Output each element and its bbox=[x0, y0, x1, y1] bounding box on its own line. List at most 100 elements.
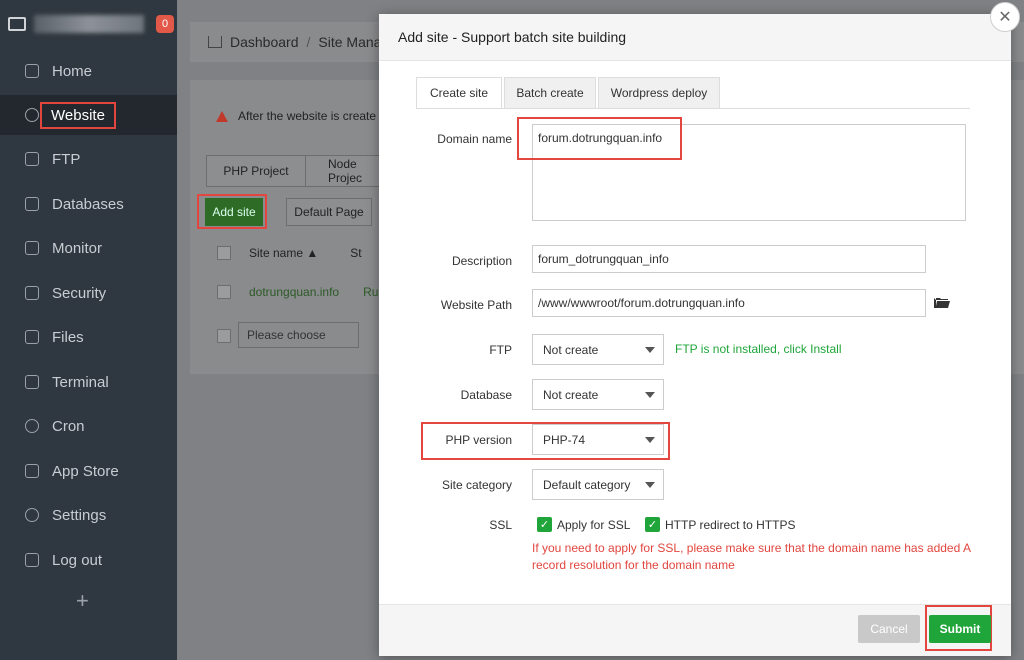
php-version-label: PHP version bbox=[445, 433, 512, 447]
sidebar-item-settings[interactable]: Settings bbox=[0, 495, 177, 535]
add-icon[interactable]: + bbox=[76, 588, 89, 614]
folder-icon bbox=[25, 330, 39, 344]
ftp-select-value: Not create bbox=[543, 342, 599, 357]
ftp-label: FTP bbox=[489, 343, 512, 357]
php-version-select[interactable]: PHP-74 bbox=[532, 424, 664, 455]
sidebar-item-label: Website bbox=[40, 101, 116, 129]
bulk-row bbox=[203, 317, 233, 354]
sidebar-item-label: Databases bbox=[52, 195, 124, 213]
sidebar-item-terminal[interactable]: Terminal bbox=[0, 362, 177, 402]
sidebar: 0 Home Website FTP Databases Monitor Sec… bbox=[0, 0, 177, 660]
bulk-action-select[interactable]: Please choose bbox=[238, 322, 359, 348]
sidebar-item-cron[interactable]: Cron bbox=[0, 406, 177, 446]
sidebar-header: 0 bbox=[0, 0, 177, 48]
monitor-icon bbox=[25, 241, 39, 255]
sidebar-item-app-store[interactable]: App Store bbox=[0, 451, 177, 491]
sidebar-item-ftp[interactable]: FTP bbox=[0, 139, 177, 179]
https-redirect-label: HTTP redirect to HTTPS bbox=[665, 518, 796, 532]
sidebar-item-label: Security bbox=[52, 284, 107, 302]
tab-create-site[interactable]: Create site bbox=[416, 77, 502, 109]
select-all-checkbox[interactable] bbox=[217, 245, 231, 260]
site-link[interactable]: dotrungquan.info bbox=[249, 285, 339, 299]
database-select-value: Not create bbox=[543, 387, 599, 402]
chevron-down-icon bbox=[645, 482, 655, 488]
https-redirect-checkbox[interactable]: ✓ bbox=[645, 517, 660, 532]
home-icon bbox=[208, 36, 222, 48]
database-label: Database bbox=[460, 388, 512, 402]
tab-wordpress-deploy[interactable]: Wordpress deploy bbox=[598, 77, 720, 109]
shield-icon bbox=[25, 286, 39, 300]
sidebar-item-label: Terminal bbox=[52, 373, 109, 391]
chevron-down-icon bbox=[645, 437, 655, 443]
chevron-down-icon bbox=[645, 347, 655, 353]
server-icon bbox=[8, 17, 26, 31]
ftp-select[interactable]: Not create bbox=[532, 334, 664, 365]
sidebar-item-website[interactable]: Website bbox=[0, 95, 177, 135]
sidebar-item-label: Log out bbox=[52, 551, 103, 569]
terminal-icon bbox=[25, 375, 39, 389]
warning-text: After the website is create bbox=[238, 109, 377, 123]
path-label: Website Path bbox=[440, 298, 512, 312]
database-icon bbox=[25, 197, 39, 211]
tab-php-project[interactable]: PHP Project bbox=[206, 155, 306, 187]
table-header: Site name ▲ St bbox=[203, 234, 393, 271]
ssl-label: SSL bbox=[489, 518, 512, 532]
tab-batch-create[interactable]: Batch create bbox=[504, 77, 596, 109]
description-input[interactable]: forum_dotrungquan_info bbox=[532, 245, 926, 273]
col-status: St bbox=[350, 245, 362, 260]
table-row: dotrungquan.info Ru bbox=[203, 273, 393, 310]
globe-icon bbox=[25, 108, 39, 122]
clock-icon bbox=[25, 419, 39, 433]
sidebar-item-label: Home bbox=[52, 62, 93, 80]
add-site-dialog: Add site - Support batch site building C… bbox=[379, 14, 1011, 656]
server-name-blurred bbox=[34, 15, 144, 33]
row-status: Ru bbox=[363, 284, 379, 299]
col-site-name[interactable]: Site name ▲ bbox=[249, 246, 318, 260]
bulk-checkbox[interactable] bbox=[217, 328, 231, 343]
breadcrumb-current: Site Mana bbox=[318, 34, 382, 50]
add-site-button[interactable]: Add site bbox=[205, 198, 263, 226]
grid-icon bbox=[25, 464, 39, 478]
sidebar-item-home[interactable]: Home bbox=[0, 51, 177, 91]
ftp-install-link[interactable]: FTP is not installed, click Install bbox=[675, 342, 842, 356]
breadcrumb-home[interactable]: Dashboard bbox=[230, 34, 299, 50]
sidebar-item-files[interactable]: Files bbox=[0, 317, 177, 357]
apply-ssl-checkbox[interactable]: ✓ bbox=[537, 517, 552, 532]
gear-icon bbox=[25, 508, 39, 522]
sidebar-item-logout[interactable]: Log out bbox=[0, 540, 177, 580]
sidebar-item-label: Monitor bbox=[52, 239, 103, 257]
sidebar-item-security[interactable]: Security bbox=[0, 273, 177, 313]
sidebar-item-databases[interactable]: Databases bbox=[0, 184, 177, 224]
dialog-title: Add site - Support batch site building bbox=[379, 14, 1011, 61]
domain-label: Domain name bbox=[437, 132, 512, 146]
domain-highlight bbox=[517, 117, 682, 160]
site-category-value: Default category bbox=[543, 477, 631, 492]
chevron-down-icon bbox=[645, 392, 655, 398]
description-label: Description bbox=[451, 254, 512, 268]
tab-divider bbox=[416, 108, 970, 109]
site-category-select[interactable]: Default category bbox=[532, 469, 664, 500]
folder-icon[interactable] bbox=[934, 296, 950, 308]
ftp-icon bbox=[25, 152, 39, 166]
apply-ssl-label: Apply for SSL bbox=[557, 518, 631, 532]
default-page-button[interactable]: Default Page bbox=[286, 198, 372, 226]
cancel-button[interactable]: Cancel bbox=[858, 615, 920, 643]
site-category-label: Site category bbox=[441, 478, 512, 492]
sidebar-item-label: Cron bbox=[52, 417, 85, 435]
logout-icon bbox=[25, 553, 39, 567]
notification-badge[interactable]: 0 bbox=[156, 15, 174, 33]
sidebar-item-label: FTP bbox=[52, 150, 81, 168]
php-version-value: PHP-74 bbox=[543, 432, 586, 447]
close-icon[interactable]: ✕ bbox=[990, 2, 1020, 32]
warning-icon bbox=[216, 110, 228, 122]
sidebar-item-label: App Store bbox=[52, 462, 119, 480]
home-icon bbox=[25, 64, 39, 78]
ssl-warning-text: If you need to apply for SSL, please mak… bbox=[532, 541, 971, 572]
submit-button[interactable]: Submit bbox=[929, 615, 991, 643]
sidebar-item-label: Settings bbox=[52, 506, 107, 524]
sidebar-item-monitor[interactable]: Monitor bbox=[0, 228, 177, 268]
website-path-input[interactable]: /www/wwwroot/forum.dotrungquan.info bbox=[532, 289, 926, 317]
database-select[interactable]: Not create bbox=[532, 379, 664, 410]
row-checkbox[interactable] bbox=[217, 284, 231, 299]
sidebar-item-label: Files bbox=[52, 328, 84, 346]
